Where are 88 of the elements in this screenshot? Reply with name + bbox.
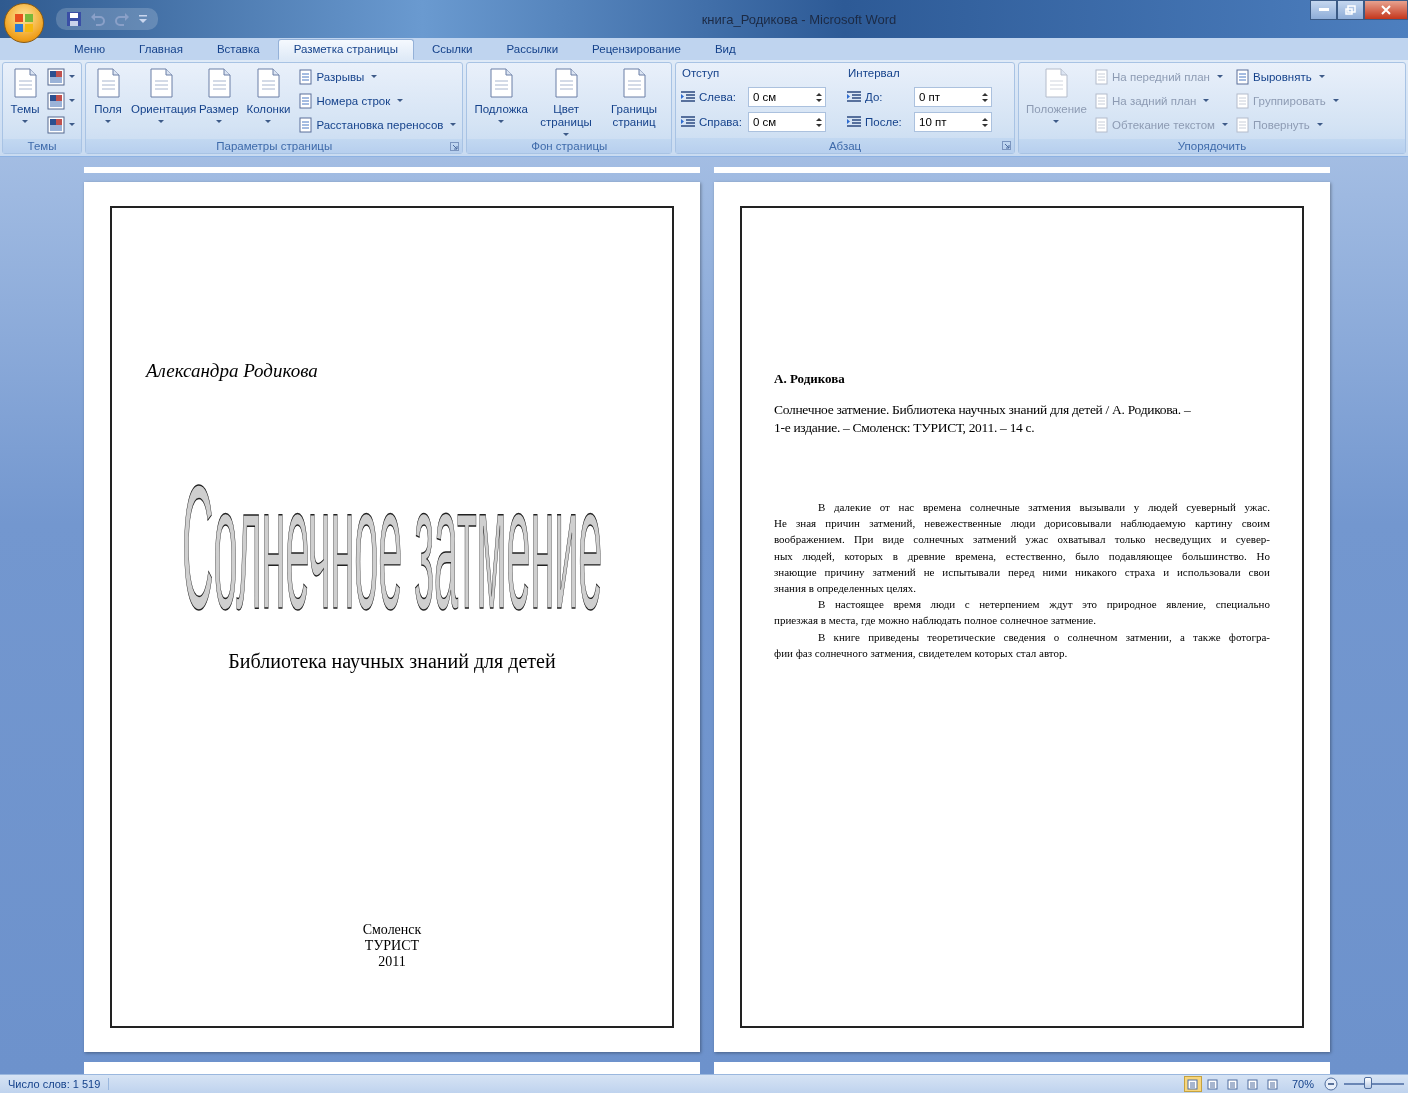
lines-icon xyxy=(1093,68,1110,85)
save-icon[interactable] xyxy=(66,11,82,27)
view-icon xyxy=(1207,1078,1219,1090)
lines-icon xyxy=(1234,116,1251,133)
spin-label: После: xyxy=(865,116,903,128)
lines-icon xyxy=(297,92,314,109)
indent-icon xyxy=(846,115,863,129)
minimize-icon xyxy=(1318,8,1329,12)
view-icon xyxy=(1187,1078,1199,1090)
tab[interactable]: Ссылки xyxy=(415,39,489,60)
spin-field[interactable]: 0 см xyxy=(748,87,827,107)
ribbon-button[interactable]: Разрывы xyxy=(295,65,459,88)
spin-label: До: xyxy=(865,91,884,103)
ribbon-button[interactable]: Колонки xyxy=(243,65,294,139)
indent-icon xyxy=(680,90,697,104)
group-label: Абзац xyxy=(828,139,862,152)
indent-icon xyxy=(846,90,863,104)
theme-option-button[interactable] xyxy=(45,89,77,112)
maximize-button[interactable] xyxy=(1337,0,1364,20)
indent-icon xyxy=(680,115,697,129)
subtitle: Библиотека научных знаний для детей xyxy=(228,650,556,673)
zoom-slider-thumb[interactable] xyxy=(1364,1077,1372,1089)
office-button[interactable] xyxy=(4,3,44,43)
tab[interactable]: Вид xyxy=(698,39,752,60)
lines-icon xyxy=(1093,92,1110,109)
spin-label: Слева: xyxy=(699,91,737,103)
ribbon-button[interactable]: Подложка xyxy=(471,65,532,139)
swatch-icon xyxy=(47,67,65,86)
tab[interactable]: Главная xyxy=(123,39,199,60)
group-label: Параметры страницы xyxy=(216,140,333,152)
tab[interactable]: Разметка страницы xyxy=(277,39,414,60)
imprint-line: Смоленск xyxy=(362,922,422,938)
paragraph: В книге приведены теоретические сведения о солнечном затмении, а также фотогра- фии фаз солнечного затмения, свидетелем которых стал автор. xyxy=(774,629,1270,661)
view-icon xyxy=(1227,1078,1239,1090)
view-icon xyxy=(1247,1078,1259,1090)
maximize-icon xyxy=(1345,5,1356,15)
spin-field[interactable]: 10 пт xyxy=(914,112,993,132)
window-title: книга_Родикова - Microsoft Word xyxy=(701,11,897,27)
tab[interactable]: Вставка xyxy=(200,39,276,60)
title-wordart: Солнечное затмение xyxy=(182,460,602,636)
spin-field[interactable]: 0 см xyxy=(748,112,827,132)
lines-icon xyxy=(1234,68,1251,85)
imprint-line: ТУРИСТ xyxy=(363,938,421,954)
tab[interactable]: Рецензирование xyxy=(576,39,697,60)
theme-option-button[interactable] xyxy=(45,113,77,136)
ribbon-button[interactable]: Выровнять xyxy=(1232,65,1341,88)
view-button[interactable] xyxy=(1183,1076,1202,1092)
swatch-icon xyxy=(47,91,65,110)
group-label: Темы xyxy=(27,140,57,152)
ribbon-button[interactable]: Цвет страницы xyxy=(533,65,600,139)
launcher-icon[interactable] xyxy=(1002,141,1012,150)
ribbon-button[interactable]: Границы страниц xyxy=(601,65,668,139)
lines-icon xyxy=(1234,92,1251,109)
paragraph: В далекие от нас времена солнечные затмения вызывали у людей суеверный ужас. Не зная причин затмений, невежественные люди дорисовывали наблюдаемую картину своим воображением. При виде солнечных затмений ужас охватывал только несведущих и суевер- ных людей, которых в древние времена, естественно, было подавляющее большинство. Но знающие причину затмений не испытывали перед ними никакого страха и использовали свои знания в определенных целях. xyxy=(774,500,1270,596)
section-heading: Отступ xyxy=(681,66,721,81)
launcher-icon[interactable] xyxy=(450,142,460,151)
close-button[interactable] xyxy=(1364,0,1408,20)
lines-icon xyxy=(297,116,314,133)
lines-icon xyxy=(1093,116,1110,133)
ribbon-button[interactable]: Темы xyxy=(7,65,43,139)
zoom-out-icon[interactable] xyxy=(1324,1077,1338,1091)
close-icon xyxy=(1381,5,1391,15)
spin-label: Справа: xyxy=(699,116,743,128)
ribbon-button[interactable]: Ориентация xyxy=(128,65,194,139)
tab[interactable]: Рассылки xyxy=(490,39,575,60)
minimize-button[interactable] xyxy=(1310,0,1337,20)
author-name: Александра Родикова xyxy=(146,360,318,382)
view-icon xyxy=(1267,1078,1279,1090)
theme-option-button[interactable] xyxy=(45,65,77,88)
swatch-icon xyxy=(47,115,65,134)
customize-icon[interactable] xyxy=(138,13,148,25)
word-count[interactable]: Число слов: 1 519 xyxy=(0,1078,110,1090)
paragraph: В настоящее время люди с нетерпением ждут это природное явление, специально приезжая в места, где можно наблюдать полное солнечное затмение. xyxy=(774,597,1270,629)
group-label: Фон страницы xyxy=(531,140,608,152)
lines-icon xyxy=(297,68,314,85)
ribbon-button[interactable]: Номера строк xyxy=(295,89,459,112)
imprint-line: 2011 xyxy=(377,954,407,970)
ribbon-button[interactable]: Расстановка переносов xyxy=(295,113,459,136)
section-heading: Интервал xyxy=(847,66,901,81)
ribbon-button[interactable]: Поля xyxy=(90,65,126,139)
tab[interactable]: Меню xyxy=(58,39,122,60)
bibliography: Солнечное затмение. Библиотека научных знаний для детей / А. Родикова. – 1-е издание. – Смоленск: ТУРИСТ, 2011. – 14 с. xyxy=(774,401,1192,437)
spin-field[interactable]: 0 пт xyxy=(914,87,993,107)
author-name: А. Родикова xyxy=(774,371,846,387)
squares-icon xyxy=(13,12,35,34)
group-label: Упорядочить xyxy=(1177,140,1247,152)
zoom-level[interactable]: 70% xyxy=(1291,1078,1314,1090)
ribbon-button[interactable]: Размер xyxy=(196,65,242,139)
